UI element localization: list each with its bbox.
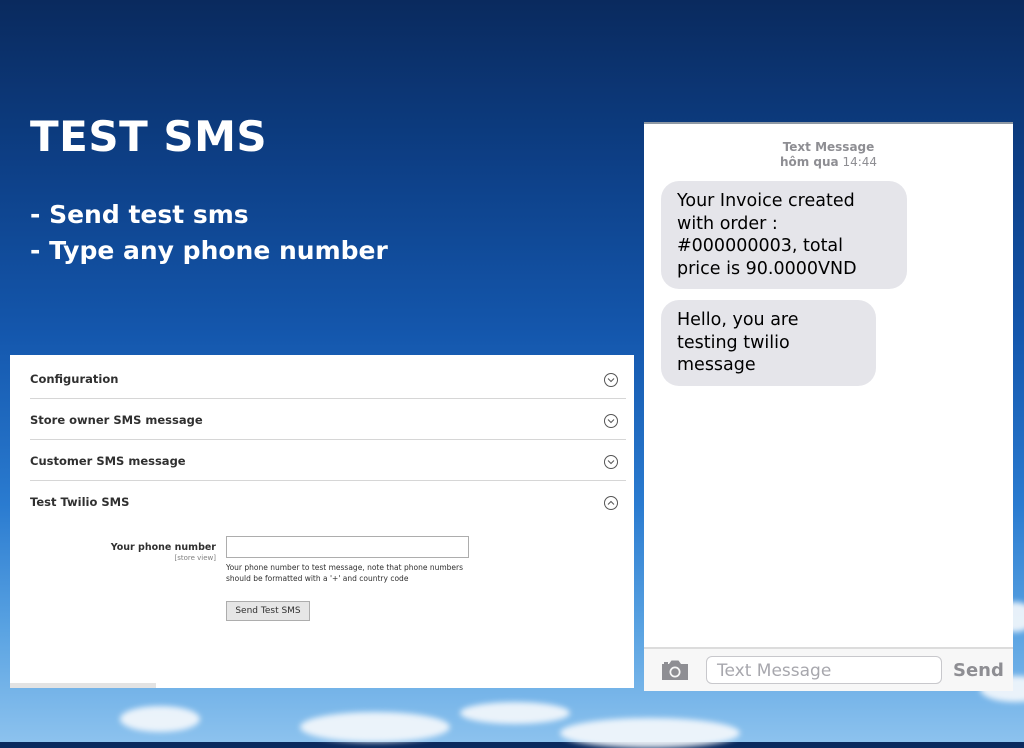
scrollbar[interactable] (10, 683, 156, 688)
hero-title: TEST SMS (30, 112, 268, 161)
message-header-time: 14:44 (842, 155, 878, 169)
hero-bullets: - Send test sms - Type any phone number (30, 197, 388, 269)
section-title: Customer SMS message (30, 454, 186, 468)
message-bubble: Hello, you are testing twilio message (661, 300, 876, 386)
chevron-down-icon[interactable] (604, 455, 618, 469)
chevron-up-icon[interactable] (604, 496, 618, 510)
section-customer-sms[interactable]: Customer SMS message (30, 439, 626, 481)
hero-bullet: - Type any phone number (30, 236, 388, 265)
message-header: Text Message hôm qua 14:44 (644, 140, 1013, 170)
section-test-twilio-sms[interactable]: Test Twilio SMS (30, 480, 626, 521)
chevron-down-icon[interactable] (604, 414, 618, 428)
section-title: Store owner SMS message (30, 413, 203, 427)
section-configuration[interactable]: Configuration (30, 357, 626, 399)
hero-text: TEST SMS - Send test sms - Type any phon… (30, 112, 388, 269)
message-input[interactable]: Text Message (706, 656, 942, 684)
phone-number-input[interactable] (226, 536, 469, 558)
section-store-owner-sms[interactable]: Store owner SMS message (30, 398, 626, 440)
compose-bar: Text Message Send (644, 649, 1013, 691)
phone-number-label: Your phone number (110, 542, 216, 553)
store-view-scope: [store view] (174, 554, 216, 562)
send-test-sms-button[interactable]: Send Test SMS (226, 601, 310, 621)
message-header-title: Text Message (782, 140, 875, 154)
send-button[interactable]: Send (953, 660, 1004, 681)
section-title: Configuration (30, 372, 119, 386)
chevron-down-icon[interactable] (604, 373, 618, 387)
message-header-day: hôm qua (779, 155, 839, 169)
message-bubble: Your Invoice created with order : #00000… (661, 181, 907, 289)
section-title: Test Twilio SMS (30, 495, 130, 509)
phone-number-note: Your phone number to test message, note … (226, 563, 464, 583)
camera-icon[interactable] (660, 659, 690, 681)
hero-bullet: - Send test sms (30, 200, 249, 229)
phone-messages-screen: Text Message hôm qua 14:44 Your Invoice … (644, 122, 1013, 691)
admin-config-panel: Configuration Store owner SMS message Cu… (10, 355, 634, 688)
